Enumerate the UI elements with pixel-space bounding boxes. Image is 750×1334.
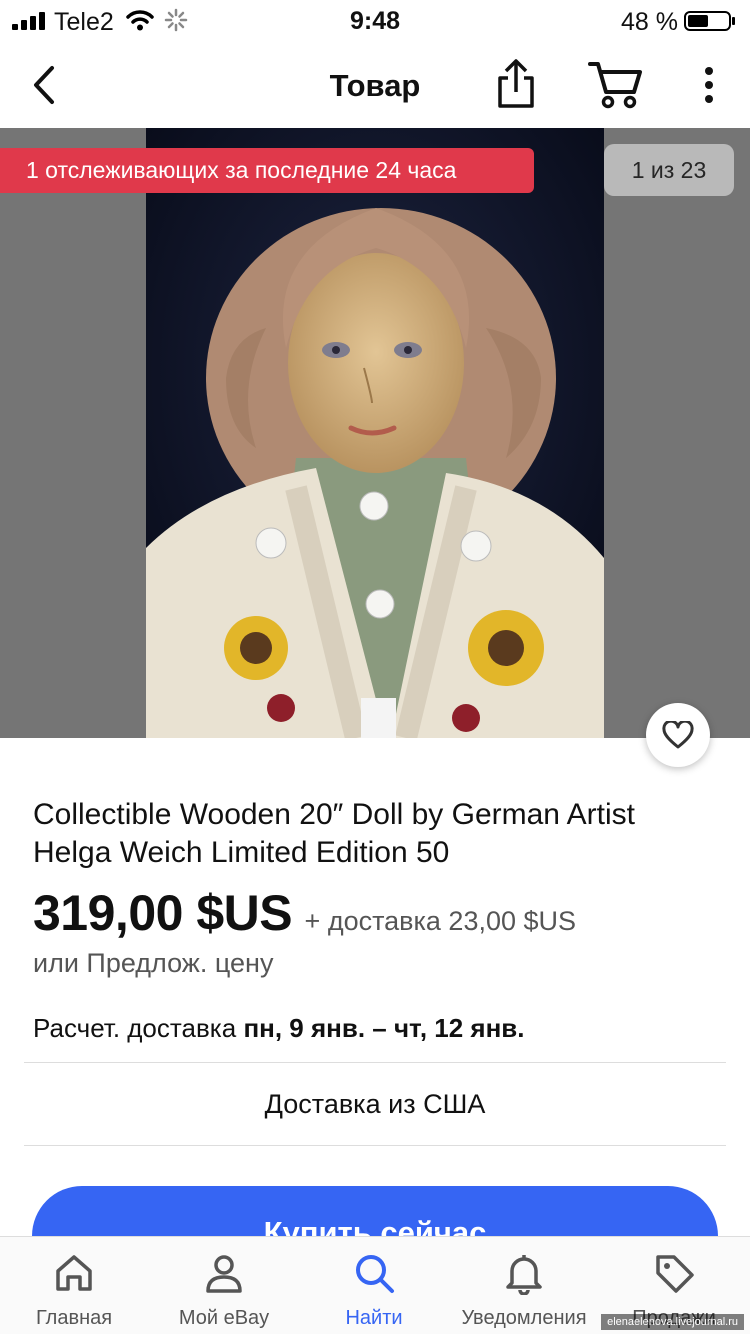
tab-label: Уведомления xyxy=(461,1307,587,1329)
tab-label: Главная xyxy=(35,1307,113,1329)
divider xyxy=(24,1145,726,1146)
share-icon[interactable] xyxy=(492,58,540,110)
cart-icon[interactable] xyxy=(588,58,644,110)
price-row: 319,00 $US + доставка 23,00 $US xyxy=(33,884,733,942)
tab-my-ebay[interactable]: Мой eBay xyxy=(174,1237,274,1334)
doll-photo[interactable] xyxy=(146,128,604,738)
tab-bar: Главная Мой eBay Найти Уведомления Прода… xyxy=(0,1236,750,1334)
status-bar: Tele2 9:48 48 % xyxy=(0,0,750,44)
tab-home[interactable]: Главная xyxy=(24,1237,124,1334)
delivery-label: Расчет. доставка xyxy=(33,1013,237,1043)
ships-from: Доставка из США xyxy=(264,1089,486,1119)
search-icon xyxy=(356,1255,394,1293)
tab-label: Найти xyxy=(345,1307,403,1329)
tab-label: Мой eBay xyxy=(178,1307,270,1329)
tab-search[interactable]: Найти xyxy=(324,1237,424,1334)
tab-notifications[interactable]: Уведомления xyxy=(461,1237,587,1334)
heart-icon xyxy=(662,721,694,749)
image-gallery[interactable]: 1 отслеживающих за последние 24 часа 1 и… xyxy=(0,128,750,738)
delivery-estimate: Расчет. доставка пн, 9 янв. – чт, 12 янв… xyxy=(33,1013,525,1044)
more-icon[interactable] xyxy=(694,62,724,108)
nav-bar: Товар xyxy=(0,44,750,128)
item-title: Collectible Wooden 20″ Doll by German Ar… xyxy=(33,798,636,869)
battery-percent: 48 % xyxy=(621,8,678,36)
tag-icon xyxy=(656,1255,694,1293)
best-offer-text: или Предлож. цену xyxy=(33,948,274,978)
user-icon xyxy=(206,1255,242,1293)
home-icon xyxy=(56,1255,92,1291)
bell-icon xyxy=(506,1255,542,1295)
image-counter: 1 из 23 xyxy=(604,144,734,196)
divider xyxy=(24,1062,726,1063)
delivery-dates: пн, 9 янв. – чт, 12 янв. xyxy=(243,1013,525,1043)
shipping-cost: + доставка 23,00 $US xyxy=(304,906,577,936)
watchers-badge: 1 отслеживающих за последние 24 часа xyxy=(0,148,534,193)
battery-icon xyxy=(684,11,735,31)
back-icon[interactable] xyxy=(26,62,62,108)
watermark: elenaelenova.livejournal.ru xyxy=(601,1314,744,1330)
watch-button[interactable] xyxy=(646,703,710,767)
item-price: 319,00 $US xyxy=(33,885,293,941)
